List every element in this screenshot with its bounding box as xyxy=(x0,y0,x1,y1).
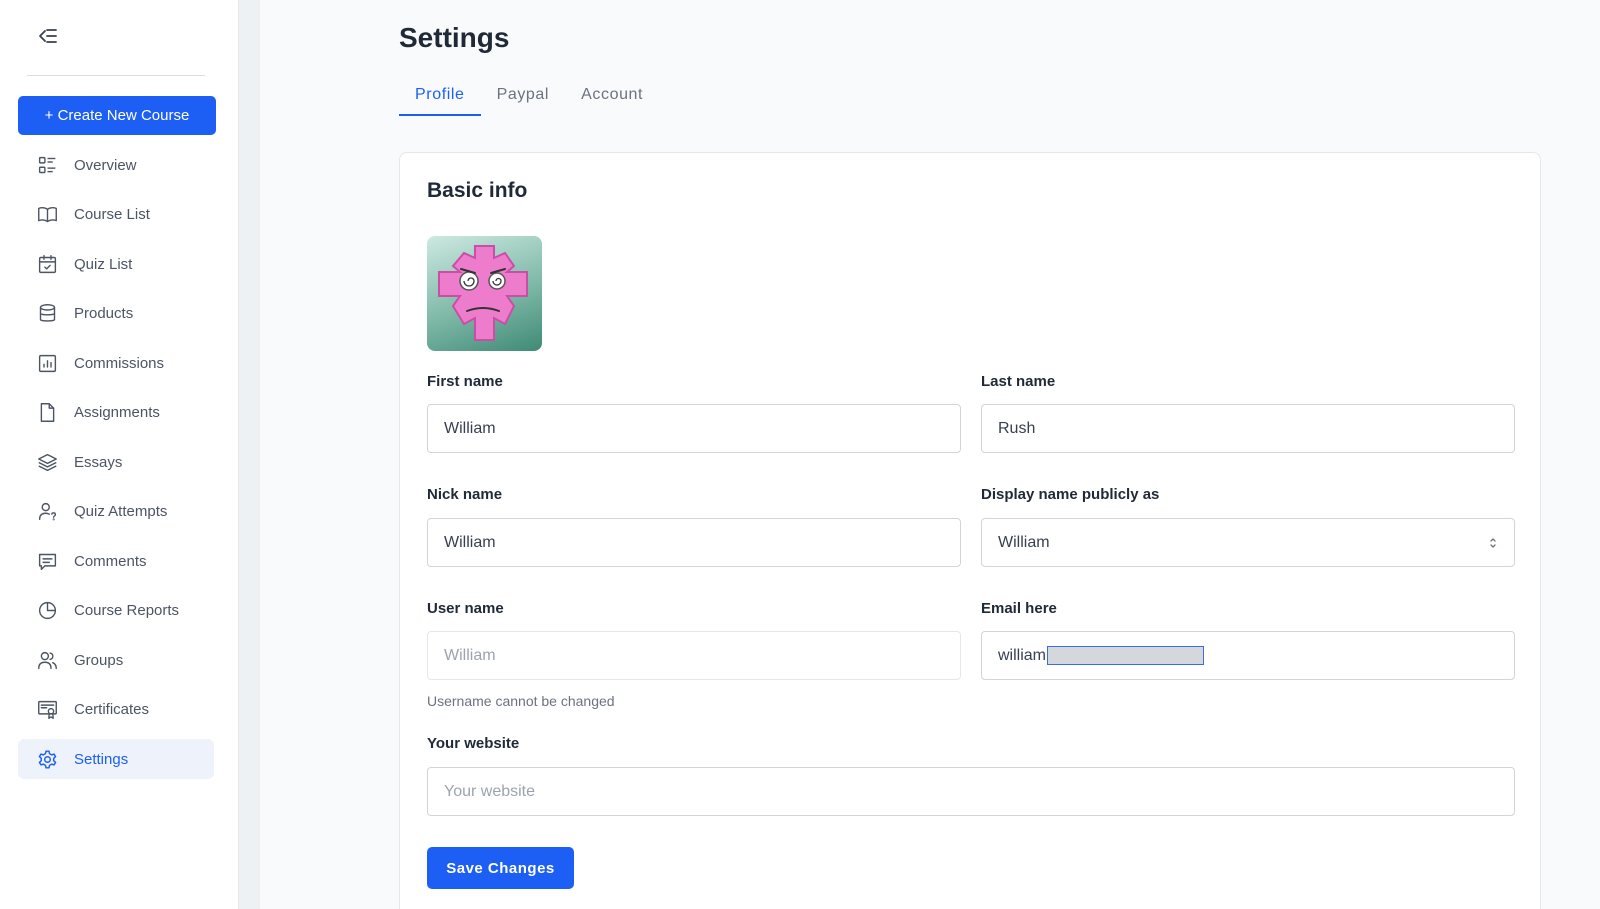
last-name-input[interactable] xyxy=(981,404,1515,453)
chevron-up-down-icon xyxy=(1488,536,1498,550)
sidebar-item-label: Essays xyxy=(74,453,123,471)
overview-icon xyxy=(36,154,58,176)
sidebar-item-label: Quiz Attempts xyxy=(74,503,168,520)
avatar[interactable] xyxy=(427,236,542,351)
comment-icon xyxy=(36,550,58,572)
save-changes-button[interactable]: Save Changes xyxy=(427,847,574,889)
email-visible-text: william xyxy=(998,646,1046,664)
sidebar-item-label: Settings xyxy=(74,750,129,768)
sidebar-item-essays[interactable]: Essays xyxy=(18,442,214,482)
email-label: Email here xyxy=(981,600,1057,617)
first-name-label: First name xyxy=(427,373,503,390)
calendar-check-icon xyxy=(36,253,58,275)
tab-account[interactable]: Account xyxy=(565,84,659,116)
gear-icon xyxy=(36,748,58,770)
sidebar-item-products[interactable]: Products xyxy=(18,294,214,334)
sidebar-item-quiz-attempts[interactable]: Quiz Attempts xyxy=(18,492,214,532)
display-name-select[interactable]: William xyxy=(981,518,1515,567)
sidebar-gutter xyxy=(239,0,260,909)
certificate-icon xyxy=(36,699,58,721)
sidebar-item-commissions[interactable]: Commissions xyxy=(18,343,214,383)
user-name-input xyxy=(427,631,961,680)
page-title: Settings xyxy=(399,22,510,53)
email-redacted-block xyxy=(1047,646,1204,665)
sidebar-item-comments[interactable]: Comments xyxy=(18,541,214,581)
first-name-input[interactable] xyxy=(427,404,961,453)
sidebar-item-label: Groups xyxy=(74,651,124,669)
tab-paypal[interactable]: Paypal xyxy=(481,84,566,116)
user-name-label: User name xyxy=(427,600,504,617)
sidebar-item-label: Overview xyxy=(74,156,137,174)
nick-name-input[interactable] xyxy=(427,518,961,567)
collapse-sidebar-icon[interactable] xyxy=(36,26,58,46)
website-label: Your website xyxy=(427,735,520,752)
last-name-label: Last name xyxy=(981,373,1056,390)
bar-chart-icon xyxy=(36,352,58,374)
sidebar-item-course-reports[interactable]: Course Reports xyxy=(18,591,214,631)
sidebar-item-certificates[interactable]: Certificates xyxy=(18,690,214,730)
database-icon xyxy=(36,303,58,325)
nick-name-label: Nick name xyxy=(427,486,503,503)
book-icon xyxy=(36,204,58,226)
sidebar: + Create New Course Overview Course List… xyxy=(0,0,239,909)
sidebar-item-assignments[interactable]: Assignments xyxy=(18,393,214,433)
create-new-course-button[interactable]: + Create New Course xyxy=(18,96,216,135)
sidebar-item-course-list[interactable]: Course List xyxy=(18,195,214,235)
file-icon xyxy=(36,402,58,424)
sidebar-item-label: Course Reports xyxy=(74,602,180,619)
settings-tabs: Profile Paypal Account xyxy=(399,84,659,116)
sidebar-item-overview[interactable]: Overview xyxy=(18,145,214,185)
avatar-image xyxy=(438,245,528,341)
username-hint: Username cannot be changed xyxy=(427,693,615,709)
sidebar-item-label: Assignments xyxy=(74,404,160,421)
tab-profile[interactable]: Profile xyxy=(399,84,481,116)
sidebar-item-label: Products xyxy=(74,305,134,322)
sidebar-divider xyxy=(27,75,205,76)
sidebar-item-label: Quiz List xyxy=(74,255,133,273)
sidebar-nav: Overview Course List Quiz List Products … xyxy=(18,145,214,789)
card-title: Basic info xyxy=(427,179,528,202)
users-icon xyxy=(36,649,58,671)
display-name-selected-value: William xyxy=(998,533,1050,551)
sidebar-item-label: Certificates xyxy=(74,701,150,718)
basic-info-card: Basic info First name Last name Nick nam… xyxy=(399,152,1541,909)
email-input[interactable]: william xyxy=(981,631,1515,680)
sidebar-item-label: Course List xyxy=(74,206,150,223)
sidebar-item-groups[interactable]: Groups xyxy=(18,640,214,680)
layers-icon xyxy=(36,451,58,473)
sidebar-item-label: Comments xyxy=(74,552,147,570)
website-input[interactable] xyxy=(427,767,1515,816)
sidebar-item-settings[interactable]: Settings xyxy=(18,739,214,779)
user-question-icon xyxy=(36,501,58,523)
pie-chart-icon xyxy=(36,600,58,622)
display-name-label: Display name publicly as xyxy=(981,486,1160,503)
sidebar-item-quiz-list[interactable]: Quiz List xyxy=(18,244,214,284)
sidebar-item-label: Commissions xyxy=(74,354,165,372)
